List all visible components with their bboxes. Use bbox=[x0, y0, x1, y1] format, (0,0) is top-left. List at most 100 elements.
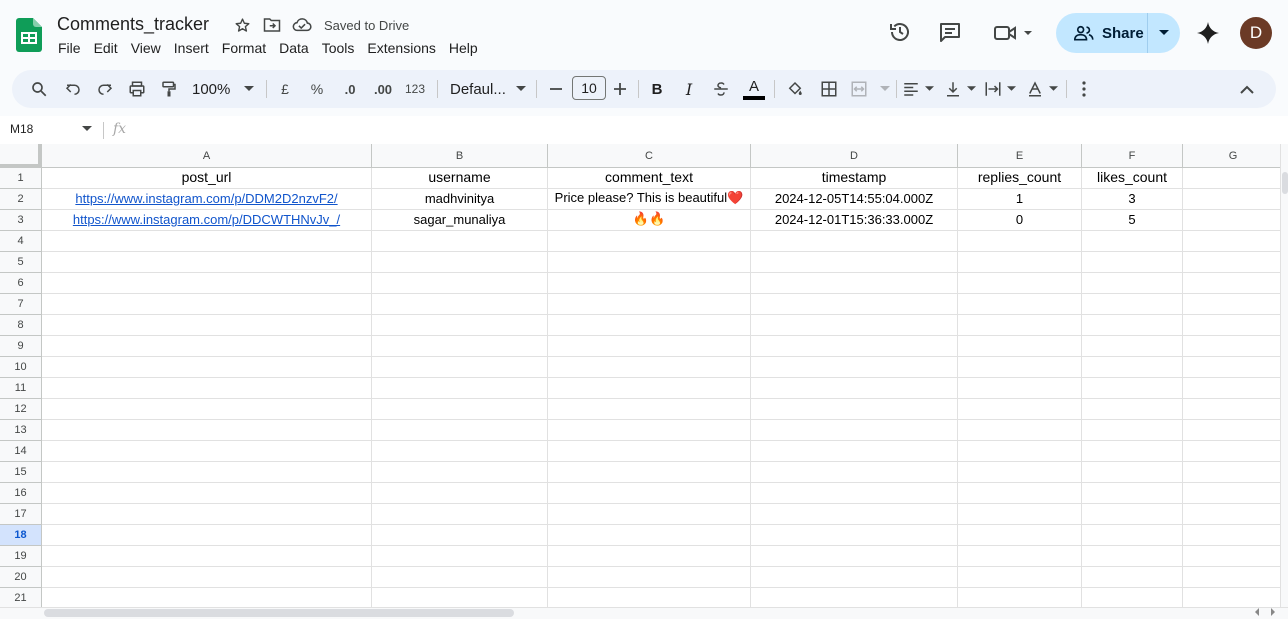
cell-f8[interactable] bbox=[1082, 315, 1183, 336]
cell-c15[interactable] bbox=[548, 462, 751, 483]
cell-a19[interactable] bbox=[42, 546, 372, 567]
column-header-a[interactable]: A bbox=[42, 144, 372, 168]
more-formats-button[interactable]: 123 bbox=[402, 77, 428, 101]
menu-format[interactable]: Format bbox=[222, 40, 272, 56]
cell-e3[interactable]: 0 bbox=[958, 210, 1082, 231]
cell-f14[interactable] bbox=[1082, 441, 1183, 462]
gemini-sparkle-icon[interactable] bbox=[1196, 21, 1220, 45]
cell-b8[interactable] bbox=[372, 315, 548, 336]
collapse-menus-icon[interactable] bbox=[1236, 77, 1258, 101]
row-header-2[interactable]: 2 bbox=[0, 189, 42, 210]
cell-b16[interactable] bbox=[372, 483, 548, 504]
cell-f7[interactable] bbox=[1082, 294, 1183, 315]
cell-c3[interactable]: 🔥🔥 bbox=[548, 210, 751, 231]
cell-g5[interactable] bbox=[1183, 252, 1280, 273]
cell-a6[interactable] bbox=[42, 273, 372, 294]
cell-c12[interactable] bbox=[548, 399, 751, 420]
cell-c13[interactable] bbox=[548, 420, 751, 441]
strikethrough-icon[interactable] bbox=[710, 77, 732, 101]
cell-a18[interactable] bbox=[42, 525, 372, 546]
move-folder-icon[interactable] bbox=[262, 15, 282, 35]
name-box[interactable]: M18 bbox=[10, 122, 33, 136]
account-avatar[interactable]: D bbox=[1240, 17, 1272, 49]
cell-g15[interactable] bbox=[1183, 462, 1280, 483]
row-header-13[interactable]: 13 bbox=[0, 420, 42, 441]
cell-e6[interactable] bbox=[958, 273, 1082, 294]
cell-f15[interactable] bbox=[1082, 462, 1183, 483]
cell-g4[interactable] bbox=[1183, 231, 1280, 252]
spreadsheet-grid[interactable]: A B C D E F G 1 post_url username comment_text time… bbox=[0, 144, 1280, 607]
horizontal-align-icon[interactable] bbox=[902, 77, 934, 101]
row-header-10[interactable]: 10 bbox=[0, 357, 42, 378]
cell-d7[interactable] bbox=[751, 294, 958, 315]
redo-icon[interactable] bbox=[94, 77, 116, 101]
menu-tools[interactable]: Tools bbox=[322, 40, 361, 56]
cell-g9[interactable] bbox=[1183, 336, 1280, 357]
menu-edit[interactable]: Edit bbox=[94, 40, 124, 56]
cell-d9[interactable] bbox=[751, 336, 958, 357]
row-header-9[interactable]: 9 bbox=[0, 336, 42, 357]
scroll-right-icon[interactable] bbox=[1270, 608, 1276, 616]
borders-icon[interactable] bbox=[818, 77, 840, 101]
cloud-saved-icon[interactable] bbox=[292, 15, 312, 35]
cell-c10[interactable] bbox=[548, 357, 751, 378]
row-header-7[interactable]: 7 bbox=[0, 294, 42, 315]
cell-f16[interactable] bbox=[1082, 483, 1183, 504]
font-size-input[interactable]: 10 bbox=[572, 76, 606, 100]
row-header-17[interactable]: 17 bbox=[0, 504, 42, 525]
cell-d12[interactable] bbox=[751, 399, 958, 420]
undo-icon[interactable] bbox=[62, 77, 84, 101]
cell-g21[interactable] bbox=[1183, 588, 1280, 607]
cell-c5[interactable] bbox=[548, 252, 751, 273]
row-header-16[interactable]: 16 bbox=[0, 483, 42, 504]
cell-a4[interactable] bbox=[42, 231, 372, 252]
cell-d5[interactable] bbox=[751, 252, 958, 273]
select-all-corner[interactable] bbox=[0, 144, 42, 168]
document-title[interactable]: Comments_tracker bbox=[57, 14, 209, 35]
cell-d13[interactable] bbox=[751, 420, 958, 441]
version-history-icon[interactable] bbox=[888, 20, 912, 44]
cell-b2[interactable]: madhvinitya bbox=[372, 189, 548, 210]
text-color-button[interactable]: A bbox=[742, 77, 766, 101]
cell-d3[interactable]: 2024-12-01T15:36:33.000Z bbox=[751, 210, 958, 231]
cell-g2[interactable] bbox=[1183, 189, 1280, 210]
cell-f11[interactable] bbox=[1082, 378, 1183, 399]
cell-a1[interactable]: post_url bbox=[42, 168, 372, 189]
column-header-c[interactable]: C bbox=[548, 144, 751, 168]
cell-f19[interactable] bbox=[1082, 546, 1183, 567]
cell-e10[interactable] bbox=[958, 357, 1082, 378]
column-header-d[interactable]: D bbox=[751, 144, 958, 168]
cell-a9[interactable] bbox=[42, 336, 372, 357]
cell-c11[interactable] bbox=[548, 378, 751, 399]
cell-a2[interactable]: https://www.instagram.com/p/DDM2D2nzvF2/ bbox=[42, 189, 372, 210]
cell-a16[interactable] bbox=[42, 483, 372, 504]
cell-g14[interactable] bbox=[1183, 441, 1280, 462]
row-header-1[interactable]: 1 bbox=[0, 168, 42, 189]
sheets-logo-icon[interactable] bbox=[16, 18, 42, 52]
cell-d17[interactable] bbox=[751, 504, 958, 525]
cell-e13[interactable] bbox=[958, 420, 1082, 441]
cell-e17[interactable] bbox=[958, 504, 1082, 525]
row-header-6[interactable]: 6 bbox=[0, 273, 42, 294]
cell-a20[interactable] bbox=[42, 567, 372, 588]
star-icon[interactable] bbox=[232, 15, 252, 35]
cell-e4[interactable] bbox=[958, 231, 1082, 252]
cell-b4[interactable] bbox=[372, 231, 548, 252]
cell-a14[interactable] bbox=[42, 441, 372, 462]
cell-e11[interactable] bbox=[958, 378, 1082, 399]
cell-d11[interactable] bbox=[751, 378, 958, 399]
vertical-scrollbar[interactable] bbox=[1280, 144, 1288, 607]
scroll-left-icon[interactable] bbox=[1254, 608, 1260, 616]
font-family-select[interactable]: Defaul... bbox=[450, 77, 526, 101]
cell-b6[interactable] bbox=[372, 273, 548, 294]
cell-e20[interactable] bbox=[958, 567, 1082, 588]
decrease-font-size-icon[interactable] bbox=[546, 77, 566, 101]
cell-f5[interactable] bbox=[1082, 252, 1183, 273]
cell-d15[interactable] bbox=[751, 462, 958, 483]
row-header-12[interactable]: 12 bbox=[0, 399, 42, 420]
cell-a12[interactable] bbox=[42, 399, 372, 420]
row-header-15[interactable]: 15 bbox=[0, 462, 42, 483]
cell-g17[interactable] bbox=[1183, 504, 1280, 525]
cell-g19[interactable] bbox=[1183, 546, 1280, 567]
menu-view[interactable]: View bbox=[131, 40, 167, 56]
